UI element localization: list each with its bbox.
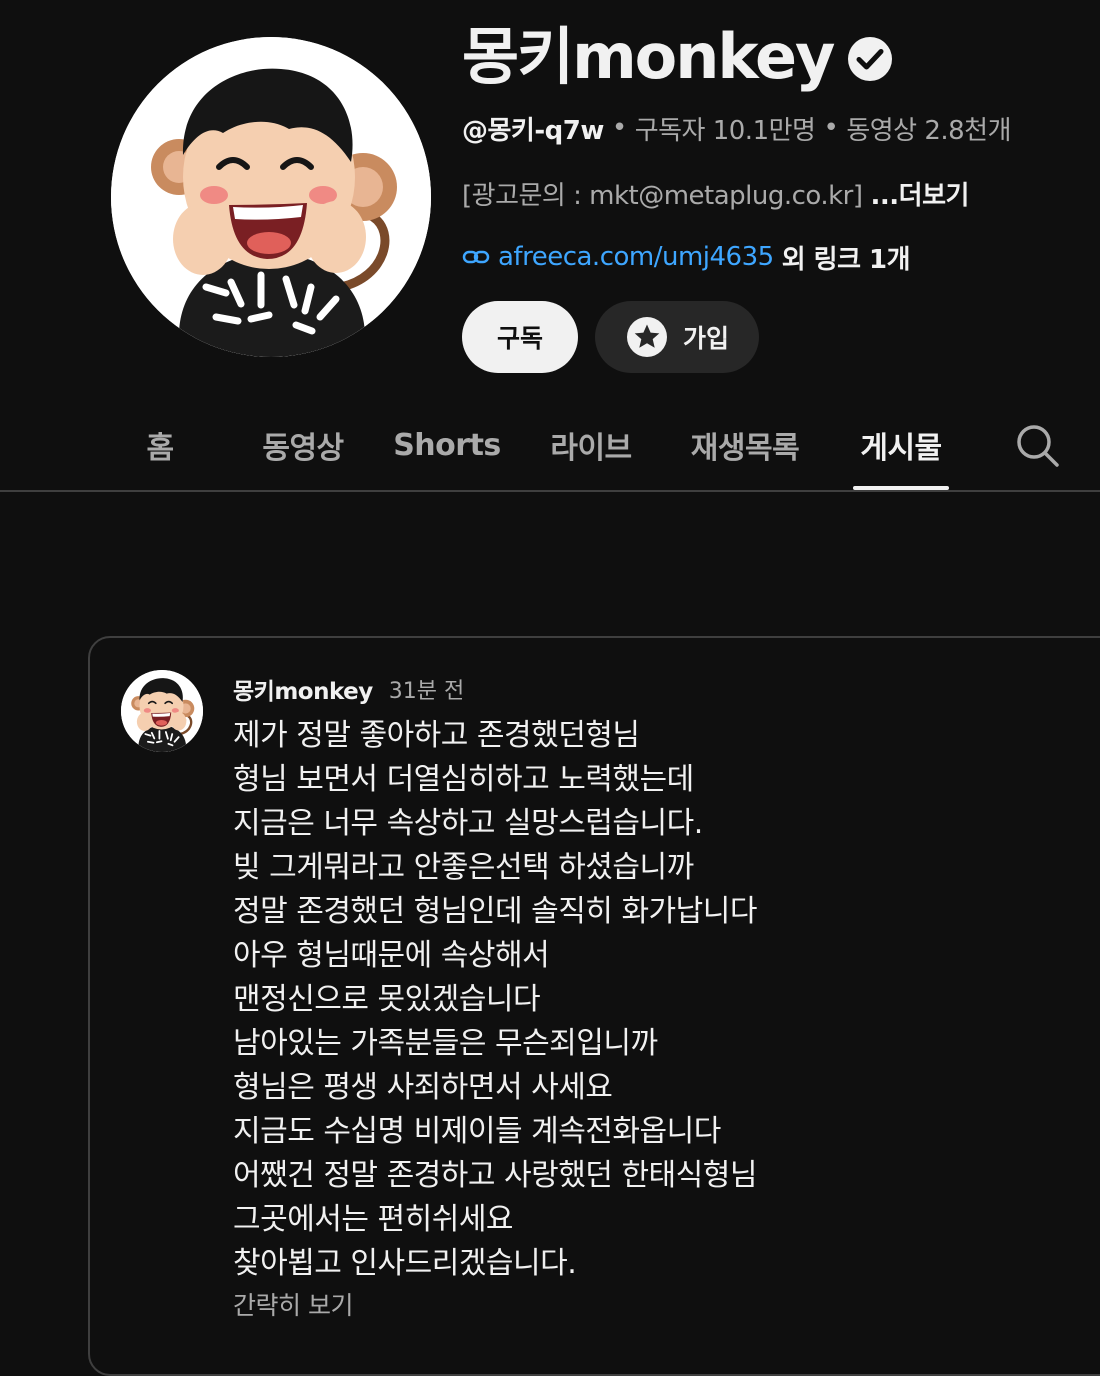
- post-text-line: 정말 존경했던 형님인데 솔직히 화가납니다: [233, 894, 757, 929]
- post-text-line: 찾아뵙고 인사드리겠습니다.: [233, 1246, 577, 1281]
- channel-link[interactable]: afreeca.com/umj4635: [498, 242, 774, 272]
- post-text-line: 맨정신으로 못있겠습니다: [233, 982, 541, 1017]
- channel-title: 몽키monkey: [462, 20, 835, 93]
- post-text-line: 어쨌건 정말 존경하고 사랑했던 한태식형님: [233, 1158, 757, 1193]
- post-text-line: 지금은 너무 속상하고 실망스럽습니다.: [233, 806, 703, 841]
- channel-handle: @몽키-q7w: [462, 115, 604, 146]
- post-text-line: 제가 정말 좋아하고 존경했던형님: [233, 718, 640, 753]
- post-header: 몽키monkey 31분 전: [233, 670, 464, 708]
- post-author[interactable]: 몽키monkey: [233, 672, 373, 706]
- description-text: [광고문의 : mkt@metaplug.co.kr]: [462, 180, 863, 211]
- channel-description[interactable]: [광고문의 : mkt@metaplug.co.kr] ...더보기: [462, 173, 969, 213]
- active-tab-indicator: [853, 486, 949, 490]
- channel-actions: 구독 가입: [462, 301, 759, 373]
- meta-separator: •: [823, 113, 839, 143]
- tab-shorts[interactable]: Shorts: [387, 400, 507, 490]
- subscribe-button[interactable]: 구독: [462, 301, 578, 373]
- channel-avatar[interactable]: [111, 37, 431, 357]
- post-text-line: 그곳에서는 편히쉬세요: [233, 1202, 514, 1237]
- channel-tabs: 홈 동영상 Shorts 라이브 재생목록 게시물: [0, 400, 1100, 492]
- show-less-button[interactable]: 간략히 보기: [233, 1286, 353, 1322]
- post-text-line: 지금도 수십명 비제이들 계속전화옵니다: [233, 1114, 721, 1149]
- link-icon: [462, 248, 490, 266]
- meta-separator: •: [611, 113, 627, 143]
- tab-home[interactable]: 홈: [120, 400, 200, 490]
- channel-links: afreeca.com/umj4635 외 링크 1개: [462, 237, 911, 277]
- tab-playlists[interactable]: 재생목록: [675, 400, 815, 490]
- more-links-button[interactable]: 외 링크 1개: [782, 239, 911, 276]
- post-timestamp[interactable]: 31분 전: [389, 673, 464, 705]
- post-author-avatar[interactable]: [121, 670, 203, 752]
- subscribe-label: 구독: [496, 324, 543, 353]
- search-icon[interactable]: [1012, 420, 1062, 470]
- join-button[interactable]: 가입: [595, 301, 759, 373]
- verified-check-icon: [847, 36, 893, 82]
- tab-videos[interactable]: 동영상: [243, 400, 363, 490]
- post-body: 제가 정말 좋아하고 존경했던형님 형님 보면서 더열심히하고 노력했는데 지금…: [233, 714, 1033, 1286]
- post-text-line: 아우 형님때문에 속상해서: [233, 938, 550, 973]
- channel-meta: @몽키-q7w • 구독자 10.1만명 • 동영상 2.8천개: [462, 108, 1012, 148]
- star-badge-icon: [625, 315, 669, 359]
- tab-live[interactable]: 라이브: [531, 400, 651, 490]
- post-text-line: 형님은 평생 사죄하면서 사세요: [233, 1070, 613, 1105]
- post-text-line: 남아있는 가족분들은 무슨죄입니까: [233, 1026, 658, 1061]
- video-count: 동영상 2.8천개: [846, 115, 1012, 146]
- channel-title-row: 몽키monkey: [462, 14, 893, 100]
- join-label: 가입: [682, 324, 729, 353]
- tab-posts[interactable]: 게시물: [843, 400, 959, 490]
- more-button[interactable]: ...더보기: [871, 175, 970, 212]
- subscriber-count: 구독자 10.1만명: [634, 115, 816, 146]
- post-text-line: 형님 보면서 더열심히하고 노력했는데: [233, 762, 694, 797]
- post-text-line: 빚 그게뭐라고 안좋은선택 하셨습니까: [233, 850, 694, 885]
